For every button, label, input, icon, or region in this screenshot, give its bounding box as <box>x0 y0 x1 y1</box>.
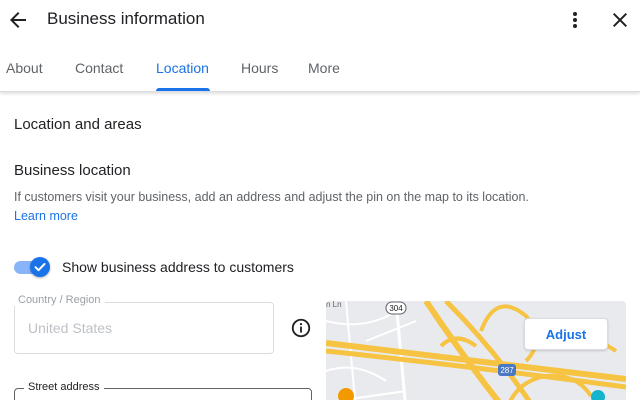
active-tab-indicator <box>156 88 210 91</box>
page-title: Business information <box>47 9 205 28</box>
map-graphic: 304 287 n Ln <box>326 301 626 400</box>
route-label-304: 304 <box>389 304 403 313</box>
tab-more[interactable]: More <box>308 60 340 76</box>
tab-location[interactable]: Location <box>156 60 209 76</box>
street-address-label: Street address <box>24 381 104 393</box>
route-label-287: 287 <box>500 366 514 375</box>
tab-hours[interactable]: Hours <box>241 60 278 76</box>
show-address-toggle[interactable] <box>14 257 50 277</box>
check-icon <box>34 263 46 272</box>
tab-contact[interactable]: Contact <box>75 60 123 76</box>
toggle-knob <box>30 257 50 277</box>
country-field-label: Country / Region <box>14 294 105 306</box>
show-address-label: Show business address to customers <box>62 259 294 275</box>
close-icon[interactable] <box>608 8 632 32</box>
business-location-title: Business location <box>14 162 131 179</box>
map-street-label: n Ln <box>326 301 342 309</box>
tab-bar: About Contact Location Hours More <box>0 46 640 92</box>
country-field-value: United States <box>28 320 113 336</box>
business-location-description: If customers visit your business, add an… <box>14 190 529 204</box>
learn-more-link[interactable]: Learn more <box>14 209 78 223</box>
back-arrow-icon[interactable] <box>6 8 30 32</box>
adjust-pin-button[interactable]: Adjust <box>524 318 608 350</box>
info-icon[interactable] <box>290 317 312 339</box>
more-vert-icon[interactable] <box>563 8 587 32</box>
top-bar: Business information <box>0 0 640 40</box>
tab-about[interactable]: About <box>6 60 43 76</box>
section-title: Location and areas <box>14 116 142 133</box>
location-map[interactable]: 304 287 n Ln <box>326 301 626 400</box>
